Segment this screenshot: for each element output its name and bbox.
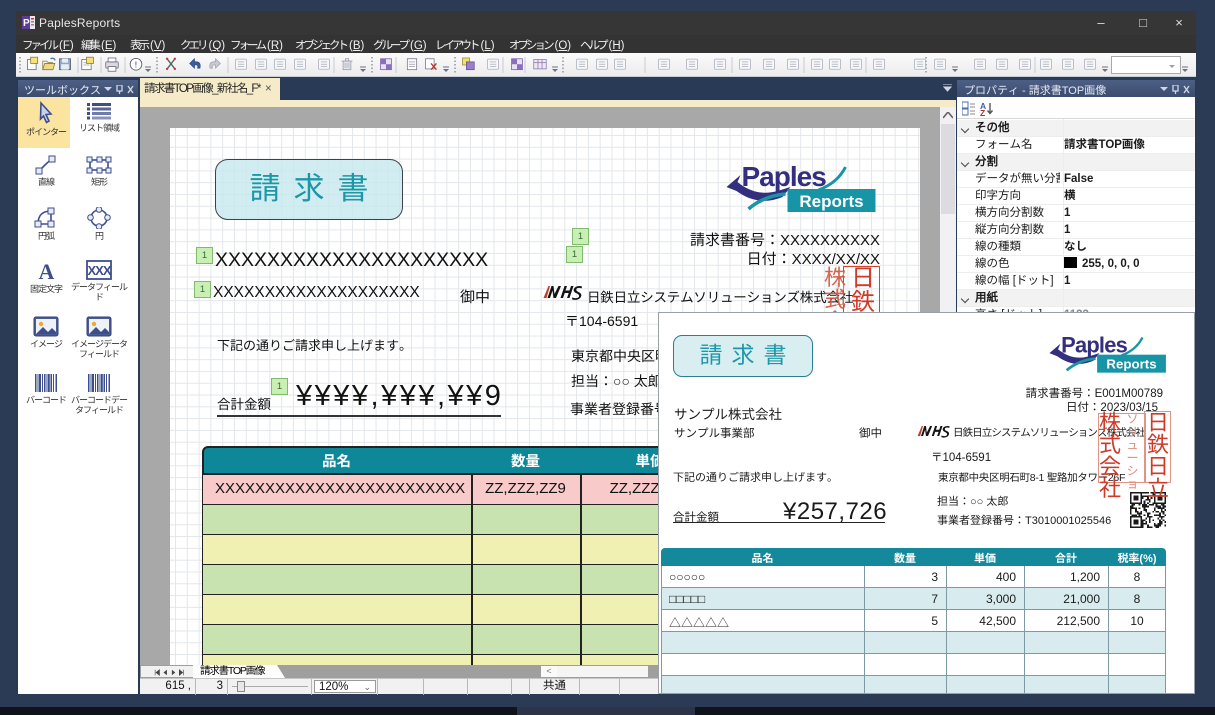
svg-text:P: P — [23, 18, 30, 29]
svg-text:!: ! — [135, 59, 137, 69]
svg-text:Reports: Reports — [1106, 357, 1156, 372]
svg-text:Reports: Reports — [799, 192, 863, 211]
svg-text:Paples: Paples — [1061, 332, 1127, 357]
svg-text:Paples: Paples — [742, 161, 827, 192]
svg-text:Z: Z — [980, 108, 985, 116]
svg-text:XXX: XXX — [87, 263, 111, 278]
svg-text:A: A — [39, 260, 55, 282]
